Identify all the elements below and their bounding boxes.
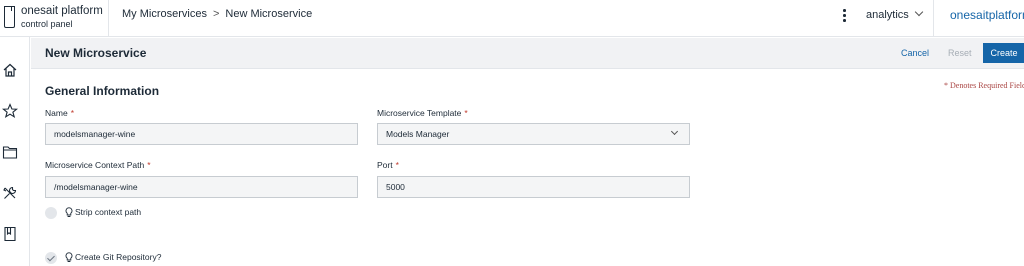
- required-marker: *: [464, 108, 468, 118]
- section-title: General Information: [45, 84, 160, 98]
- user-name: analytics: [866, 9, 909, 21]
- context-path-label-text: Microservice Context Path: [45, 160, 145, 170]
- git-repo-checkbox[interactable]: [45, 252, 57, 264]
- port-label: Port *: [377, 160, 399, 170]
- divider: [933, 0, 934, 37]
- port-input[interactable]: 5000: [377, 176, 690, 198]
- name-input[interactable]: modelsmanager-wine: [45, 123, 358, 145]
- name-label: Name *: [45, 108, 74, 118]
- lightbulb-icon: [65, 252, 73, 263]
- sidebar: [0, 37, 30, 266]
- user-menu[interactable]: analytics: [866, 7, 924, 21]
- required-note: * Denotes Required Field: [944, 81, 1024, 90]
- logo-subtitle: control panel: [21, 19, 73, 29]
- port-label-text: Port: [377, 160, 393, 170]
- breadcrumb: My Microservices > New Microservice: [122, 8, 312, 20]
- chevron-down-icon: [914, 7, 924, 17]
- more-options-icon[interactable]: [840, 9, 848, 23]
- cancel-button[interactable]: Cancel: [901, 48, 929, 58]
- page-title: New Microservice: [45, 46, 147, 60]
- template-select[interactable]: Models Manager: [377, 123, 690, 145]
- strip-context-checkbox[interactable]: [45, 207, 57, 219]
- breadcrumb-separator: >: [212, 8, 220, 20]
- chevron-down-icon: [670, 127, 679, 136]
- breadcrumb-my-microservices[interactable]: My Microservices: [122, 8, 207, 20]
- template-label: Microservice Template *: [377, 108, 468, 118]
- top-bar: onesait platform control panel My Micros…: [0, 0, 1024, 37]
- logo-title: onesait platform: [21, 5, 103, 17]
- template-selected-value: Models Manager: [386, 129, 450, 139]
- context-path-label: Microservice Context Path *: [45, 160, 151, 170]
- template-label-text: Microservice Template: [377, 108, 462, 118]
- folder-icon[interactable]: [2, 144, 18, 160]
- breadcrumb-new-microservice: New Microservice: [225, 8, 313, 20]
- name-label-text: Name: [45, 108, 68, 118]
- strip-context-label: Strip context path: [75, 207, 142, 217]
- logo-mark-icon: [4, 6, 15, 28]
- git-repo-label: Create Git Repository?: [75, 252, 162, 262]
- context-path-input[interactable]: /modelsmanager-wine: [45, 176, 358, 198]
- required-marker: *: [395, 160, 399, 170]
- tools-icon[interactable]: [2, 185, 18, 201]
- platform-logo[interactable]: onesait platform control panel: [4, 5, 107, 31]
- lightbulb-icon: [65, 207, 73, 218]
- divider: [108, 0, 109, 37]
- book-icon[interactable]: [2, 226, 18, 242]
- home-icon[interactable]: [2, 62, 18, 78]
- required-marker: *: [147, 160, 151, 170]
- create-button[interactable]: Create: [983, 43, 1024, 63]
- star-icon[interactable]: [2, 103, 18, 119]
- reset-button[interactable]: Reset: [948, 48, 972, 58]
- page-header: New Microservice Cancel Reset Create: [31, 38, 1024, 69]
- required-marker: *: [70, 108, 74, 118]
- brand-link[interactable]: onesaitplatform: [950, 8, 1024, 22]
